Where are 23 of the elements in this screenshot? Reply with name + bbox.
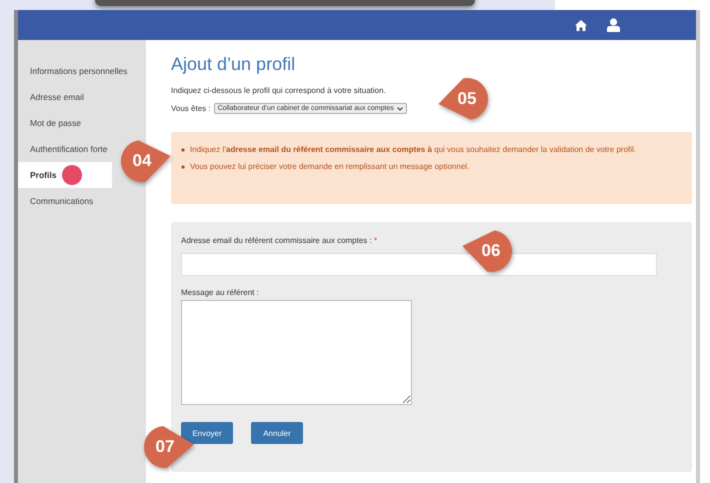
page-title: Ajout d’un profil [171, 54, 296, 75]
user-icon[interactable] [607, 18, 620, 32]
chevron-icon [396, 106, 403, 110]
form-button[interactable]: Envoyer [181, 422, 233, 444]
sidebar-item[interactable]: Authentification forte [18, 136, 112, 162]
sidebar-item[interactable]: Adresse email [18, 84, 112, 110]
home-icon[interactable] [575, 20, 587, 30]
alert-text: Indiquez l’adresse email du référent commissaire aux comptes à qui vous souhaitez demander la validation de votre profil. [190, 144, 636, 156]
field-label: Adresse email du référent commissaire aux comptes : [181, 236, 372, 245]
sidebar-item[interactable]: Profils [18, 162, 112, 188]
bullet-icon [181, 165, 185, 169]
sidebar-item[interactable]: Communications [18, 188, 112, 214]
field-label: Message au référent : [181, 288, 260, 297]
sidebar-item[interactable]: Informations personnelles [18, 58, 130, 84]
intro-text: Indiquez ci-dessous le profil qui correspond à votre situation. [171, 86, 387, 95]
sidebar-item[interactable]: Mot de passe [18, 110, 112, 136]
required-mark: * [374, 236, 378, 245]
message-field[interactable] [181, 300, 412, 405]
select-label: Vous êtes : [171, 104, 211, 113]
bullet-icon [181, 148, 185, 152]
form-button[interactable]: Annuler [251, 422, 303, 444]
alert-text: Vous pouvez lui préciser votre demande en remplissant un message optionnel. [190, 161, 470, 173]
dot-marker [62, 165, 82, 185]
